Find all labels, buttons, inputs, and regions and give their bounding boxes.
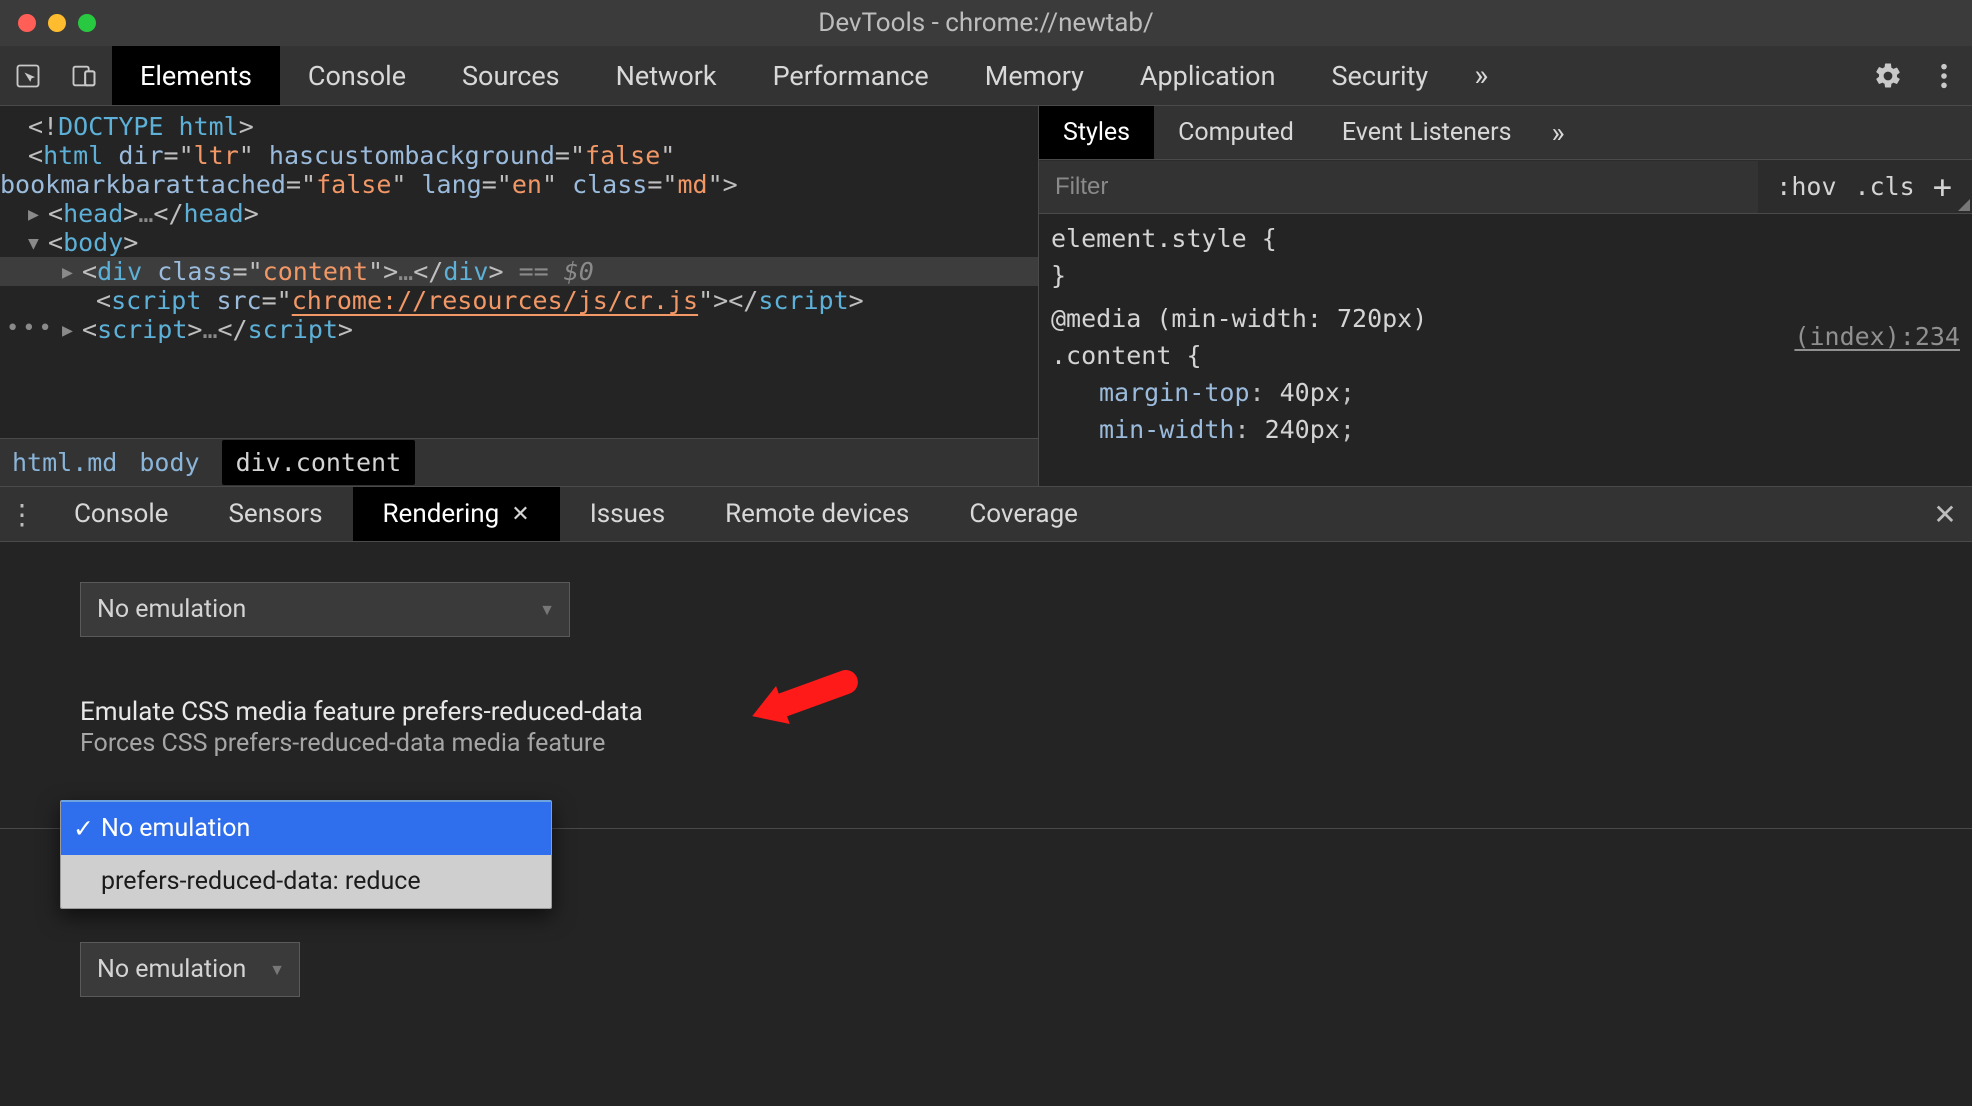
drawer-tab-rendering[interactable]: Rendering ✕ [353,487,560,541]
select-emulation-generic[interactable]: No emulation ▼ [80,582,570,637]
dropdown-option-no-emulation[interactable]: ✓ No emulation [61,802,551,855]
css-element-style-open: element.style { [1051,220,1960,257]
toggle-hov[interactable]: :hov [1776,172,1836,201]
checkmark-icon: ✓ [73,814,94,844]
tab-elements[interactable]: Elements [112,46,280,105]
traffic-lights [0,14,96,32]
maximize-window-icon[interactable] [78,14,96,32]
select-vision-deficiency[interactable]: No emulation ▼ [80,942,300,997]
resize-corner-icon[interactable] [1958,199,1970,211]
tab-security[interactable]: Security [1303,46,1456,105]
section-desc-prd: Forces CSS prefers-reduced-data media fe… [80,729,1972,758]
minimize-window-icon[interactable] [48,14,66,32]
dropdown-prefers-reduced-data[interactable]: ✓ No emulation prefers-reduced-data: red… [60,800,552,909]
chevron-down-icon: ▼ [269,960,285,980]
drawer-tab-remote-devices[interactable]: Remote devices [695,487,939,541]
chevron-down-icon: ▼ [539,600,555,620]
drawer-tab-rendering-label: Rendering [383,499,500,529]
drawer-kebab-icon[interactable]: ⋮ [0,487,44,541]
settings-gear-icon[interactable] [1860,46,1916,105]
drawer-tab-coverage[interactable]: Coverage [939,487,1108,541]
styles-filter-row: :hov .cls + [1039,160,1972,214]
section-title-prd: Emulate CSS media feature prefers-reduce… [80,697,1972,727]
device-toolbar-icon[interactable] [56,46,112,105]
subtab-computed[interactable]: Computed [1154,106,1318,159]
dom-node-div-content[interactable]: ▶<div class="content">…</div> == $0 [0,257,1038,286]
breadcrumb-html[interactable]: html.md [12,448,117,477]
breadcrumb-div-content[interactable]: div.content [222,440,416,485]
tab-network[interactable]: Network [588,46,745,105]
kebab-menu-icon[interactable] [1916,46,1972,105]
tab-sources[interactable]: Sources [434,46,588,105]
dropdown-option-prd-reduce[interactable]: prefers-reduced-data: reduce [61,855,551,908]
styles-panel: Styles Computed Event Listeners » :hov .… [1038,106,1972,486]
rendering-panel: No emulation ▼ Emulate CSS media feature… [0,542,1972,997]
elements-panel: ••• <!DOCTYPE html> <html dir="ltr" hasc… [0,106,1972,486]
styles-subtab-strip: Styles Computed Event Listeners » [1039,106,1972,160]
subtab-event-listeners[interactable]: Event Listeners [1318,106,1536,159]
css-close-brace-1: } [1051,257,1960,294]
tab-performance[interactable]: Performance [745,46,957,105]
tab-memory[interactable]: Memory [957,46,1112,105]
gutter-ellipsis-icon: ••• [0,316,55,341]
drawer-tab-sensors[interactable]: Sensors [198,487,352,541]
drawer-tab-issues[interactable]: Issues [560,487,695,541]
annotation-arrow-icon [748,646,858,756]
css-source-location-link[interactable]: (index):234 [1794,318,1960,355]
window-title: DevTools - chrome://newtab/ [818,8,1154,38]
select-emulation-generic-value: No emulation [97,595,246,624]
main-tab-strip: Elements Console Sources Network Perform… [0,46,1972,106]
styles-filter-input[interactable] [1039,161,1758,213]
dom-tree[interactable]: ••• <!DOCTYPE html> <html dir="ltr" hasc… [0,106,1038,486]
subtab-styles[interactable]: Styles [1039,106,1154,159]
dropdown-option-prd-reduce-label: prefers-reduced-data: reduce [101,867,421,896]
inspect-element-icon[interactable] [0,46,56,105]
tab-application[interactable]: Application [1112,46,1304,105]
subtabs-overflow-button[interactable]: » [1536,106,1581,159]
close-window-icon[interactable] [18,14,36,32]
toggle-cls[interactable]: .cls [1855,172,1915,201]
section-prefers-reduced-data: Emulate CSS media feature prefers-reduce… [80,697,1972,758]
close-tab-x-icon[interactable]: ✕ [511,502,529,527]
window-titlebar: DevTools - chrome://newtab/ [0,0,1972,46]
css-rules-area[interactable]: element.style { } @media (min-width: 720… [1039,214,1972,448]
new-style-rule-plus-icon[interactable]: + [1933,171,1952,203]
drawer-tab-console[interactable]: Console [44,487,198,541]
tab-console[interactable]: Console [280,46,434,105]
selected-node-indicator: == $0 [504,257,594,286]
drawer-close-x-icon[interactable]: ✕ [1918,487,1972,541]
breadcrumb-body[interactable]: body [139,448,199,477]
select-vision-deficiency-value: No emulation [97,955,246,984]
tabs-overflow-button[interactable]: » [1456,46,1506,105]
dom-breadcrumb-bar: html.md body div.content [0,438,1038,486]
dropdown-option-no-emulation-label: No emulation [101,814,250,843]
drawer-tab-strip: ⋮ Console Sensors Rendering ✕ Issues Rem… [0,486,1972,542]
